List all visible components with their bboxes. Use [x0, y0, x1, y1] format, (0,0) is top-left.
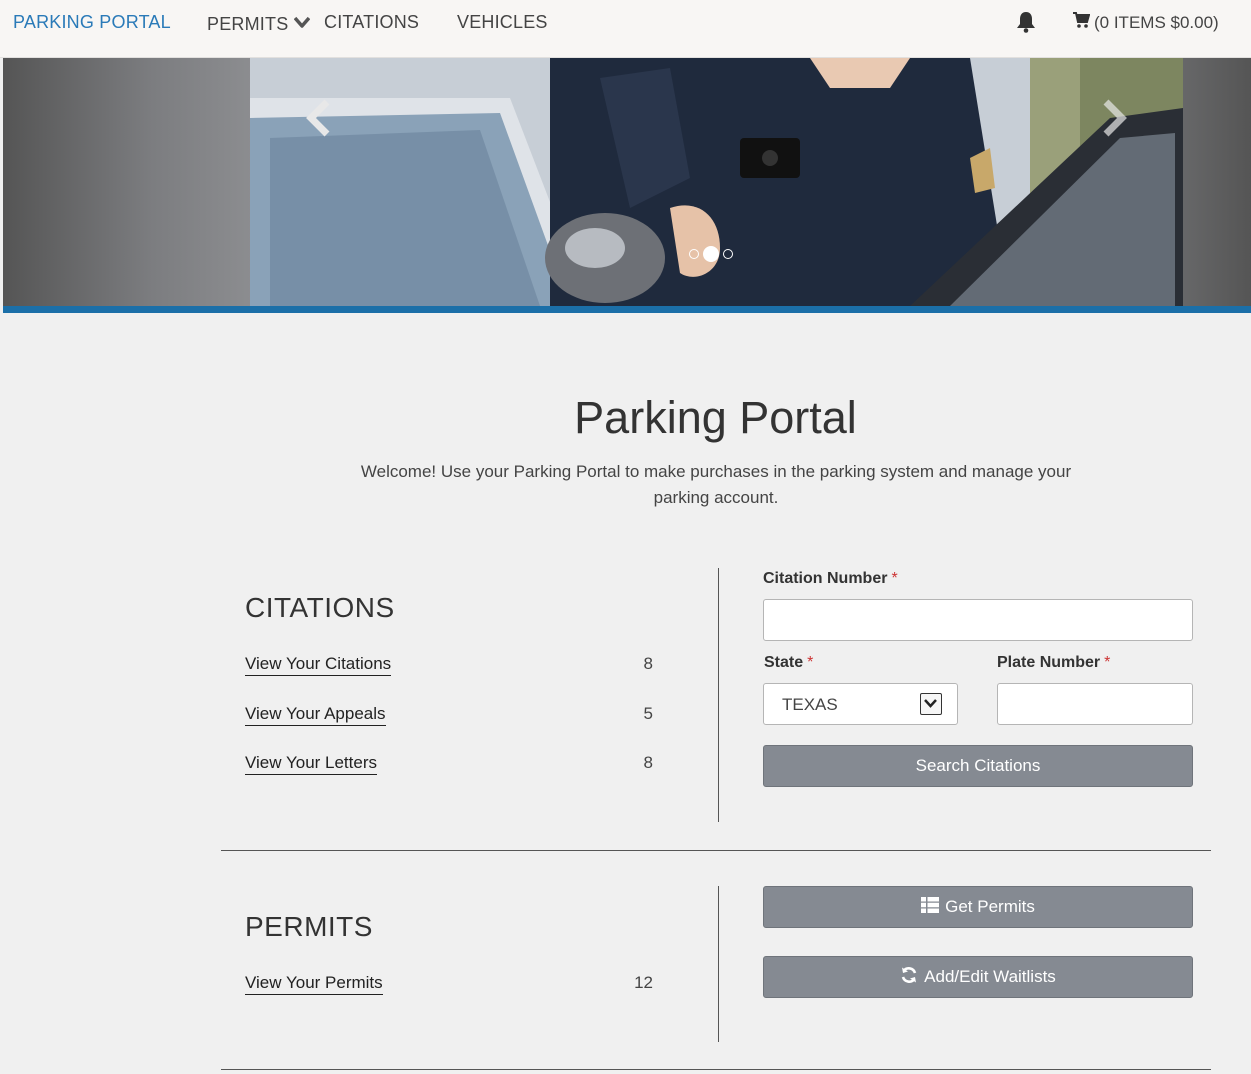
view-permits-link[interactable]: View Your Permits [245, 973, 383, 995]
plate-number-input[interactable] [997, 683, 1193, 725]
citations-heading: CITATIONS [245, 592, 395, 623]
cart-link[interactable]: (0 ITEMS $0.00) [1072, 11, 1219, 34]
view-letters-link[interactable]: View Your Letters [245, 753, 377, 775]
top-nav: PARKING PORTAL PERMITS CITATIONS VEHICLE… [0, 0, 1251, 58]
citations-count: 8 [643, 654, 653, 673]
permits-count: 12 [634, 973, 653, 992]
chevron-down-icon [920, 693, 942, 715]
welcome-text: Welcome! Use your Parking Portal to make… [360, 462, 1072, 507]
chevron-down-icon [294, 12, 311, 33]
appeals-link-row: View Your Appeals 5 [245, 704, 653, 728]
nav-permits[interactable]: PERMITS [207, 12, 311, 35]
hero-slide-image [250, 58, 1183, 306]
hero-accent-bar [3, 306, 1251, 313]
permits-divider [718, 886, 719, 1042]
citations-link-row: View Your Citations 8 [245, 654, 653, 678]
citations-divider [718, 568, 719, 822]
plate-number-label: Plate Number * [997, 654, 1111, 671]
carousel-dot-3[interactable] [723, 249, 733, 259]
add-edit-waitlists-button[interactable]: Add/Edit Waitlists [763, 956, 1193, 998]
required-mark: * [891, 570, 898, 587]
carousel-indicators [689, 246, 733, 262]
waitlists-label: Add/Edit Waitlists [924, 967, 1056, 986]
appeals-count: 5 [643, 704, 653, 723]
search-citations-button[interactable]: Search Citations [763, 745, 1193, 787]
cart-label: (0 ITEMS $0.00) [1094, 12, 1219, 32]
section-divider-bottom [221, 1069, 1211, 1070]
search-citations-label: Search Citations [915, 756, 1041, 775]
permits-heading: PERMITS [245, 911, 373, 942]
carousel-prev-icon[interactable] [303, 98, 333, 138]
carousel-dot-2[interactable] [703, 246, 719, 262]
citation-number-label: Citation Number * [763, 570, 898, 587]
required-mark: * [807, 654, 814, 671]
bell-icon[interactable] [1015, 10, 1037, 34]
hero-carousel [3, 58, 1251, 306]
page-title: Parking Portal [574, 392, 857, 443]
letters-link-row: View Your Letters 8 [245, 753, 653, 777]
section-divider [221, 850, 1211, 851]
nav-permits-label: PERMITS [207, 14, 289, 34]
required-mark: * [1104, 654, 1111, 671]
state-select-value: TEXAS [782, 695, 838, 714]
carousel-next-icon[interactable] [1100, 98, 1130, 138]
get-permits-button[interactable]: Get Permits [763, 886, 1193, 928]
grid-list-icon [921, 896, 940, 918]
nav-citations[interactable]: CITATIONS [324, 12, 419, 33]
citation-number-input[interactable] [763, 599, 1193, 641]
nav-vehicles[interactable]: VEHICLES [457, 12, 548, 33]
letters-count: 8 [643, 753, 653, 772]
cart-icon [1072, 11, 1094, 34]
state-label: State * [764, 654, 814, 671]
state-select[interactable]: TEXAS [763, 683, 958, 725]
view-citations-link[interactable]: View Your Citations [245, 654, 392, 676]
permits-link-row: View Your Permits 12 [245, 973, 653, 997]
carousel-dot-1[interactable] [689, 249, 699, 259]
get-permits-label: Get Permits [945, 897, 1035, 916]
view-appeals-link[interactable]: View Your Appeals [245, 704, 386, 726]
refresh-icon [900, 966, 918, 989]
brand-link[interactable]: PARKING PORTAL [13, 12, 171, 33]
